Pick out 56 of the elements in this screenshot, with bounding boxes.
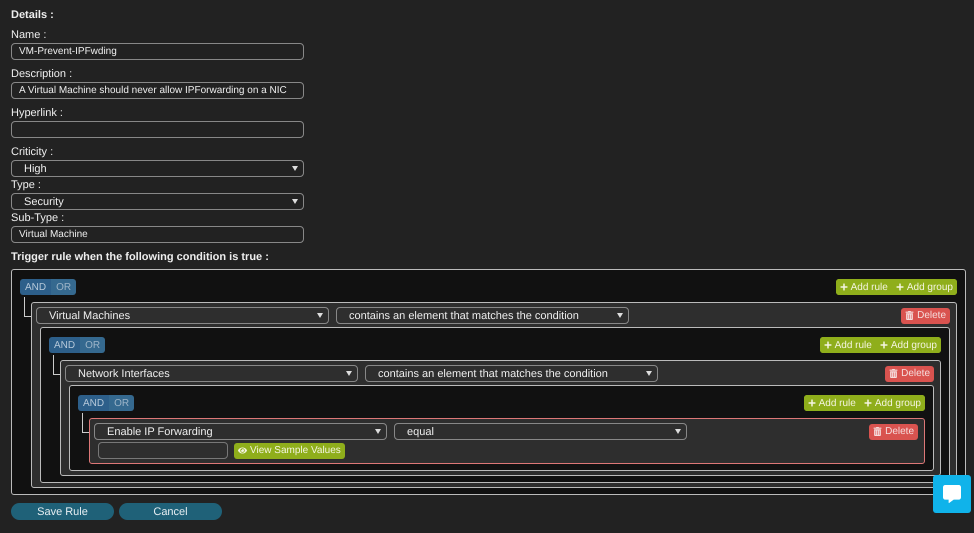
text-field[interactable]: VM-Prevent-IPFwding [11, 43, 304, 60]
delete-button[interactable]: Delete [901, 308, 950, 324]
field-select[interactable]: Enable IP Forwarding [94, 423, 387, 440]
field-select[interactable]: Network Interfaces [65, 365, 358, 382]
caret-icon [346, 371, 352, 376]
value-field[interactable] [98, 442, 228, 459]
text-field[interactable]: Virtual Machine [11, 226, 304, 243]
view-sample-values-button[interactable]: View Sample Values [234, 442, 345, 458]
plus-icon [880, 341, 888, 349]
caret-icon [675, 429, 681, 434]
connector-line [82, 413, 89, 433]
delete-button[interactable]: Delete [869, 424, 918, 440]
chat-icon [943, 485, 961, 503]
conjunction-toggle[interactable]: OR [80, 337, 106, 353]
plus-icon [824, 341, 832, 349]
dropdown[interactable]: Security [11, 193, 304, 210]
caret-icon [617, 313, 623, 318]
cancel-button[interactable]: Cancel [119, 503, 222, 520]
text-field[interactable]: A Virtual Machine should never allow IPForwarding on a NIC [11, 82, 304, 99]
trash-icon [873, 427, 882, 436]
field-select[interactable]: Virtual Machines [36, 307, 329, 324]
section-heading: Details : [11, 9, 55, 21]
plus-icon [864, 399, 872, 407]
conjunction-toggle[interactable]: AND [49, 337, 80, 353]
operator-select[interactable]: equal [394, 423, 687, 440]
caret-icon [375, 429, 381, 434]
conjunction-toggle[interactable]: OR [51, 279, 76, 295]
operator-select[interactable]: contains an element that matches the condition [365, 365, 658, 382]
plus-icon [808, 399, 816, 407]
field-label: Type : [11, 179, 42, 192]
save-button[interactable]: Save Rule [11, 503, 114, 520]
text-field[interactable] [11, 121, 304, 138]
plus-icon [840, 283, 848, 291]
field-label: Description : [11, 68, 74, 81]
caret-icon [646, 371, 652, 376]
field-label: Criticity : [11, 146, 54, 159]
conjunction-toggle[interactable]: AND [78, 395, 110, 411]
conjunction-toggle[interactable]: OR [109, 395, 134, 411]
dropdown[interactable]: High [11, 160, 304, 177]
eye-icon [238, 446, 247, 455]
field-label: Hyperlink : [11, 107, 64, 120]
connector-line [53, 355, 60, 375]
caret-icon [292, 166, 298, 171]
connector-line [24, 297, 31, 317]
plus-icon [896, 283, 904, 291]
field-label: Sub-Type : [11, 212, 66, 225]
field-label: Name : [11, 29, 48, 42]
delete-button[interactable]: Delete [885, 366, 934, 382]
operator-select[interactable]: contains an element that matches the condition [336, 307, 629, 324]
trigger-label: Trigger rule when the following condition is true : [11, 251, 270, 263]
caret-icon [317, 313, 323, 318]
trash-icon [889, 369, 898, 378]
caret-icon [292, 199, 298, 204]
chat-button[interactable] [933, 475, 971, 513]
conjunction-toggle[interactable]: AND [20, 279, 52, 295]
trash-icon [905, 311, 914, 320]
